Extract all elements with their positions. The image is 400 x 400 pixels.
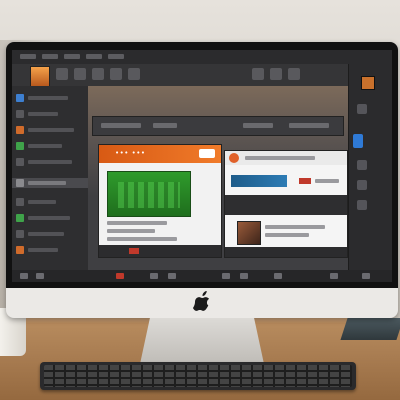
title-text [243, 123, 273, 128]
layer-icon [16, 214, 24, 222]
tool-icon[interactable] [357, 180, 367, 190]
text-line [245, 156, 315, 160]
monitor-screen: ••• ••• [12, 50, 392, 282]
photo-thumbnail-icon[interactable] [237, 221, 261, 245]
bottom-bar-icon[interactable] [330, 273, 338, 279]
title-text [153, 123, 177, 128]
book [340, 318, 400, 340]
window-titlebar [92, 116, 344, 136]
text-line [107, 229, 155, 233]
layer-icon [16, 230, 24, 238]
layer-label [28, 160, 72, 164]
bottom-bar-icon[interactable] [36, 273, 44, 279]
bottom-bar-icon[interactable] [240, 273, 248, 279]
keyboard-keys [44, 365, 352, 387]
layer-row[interactable] [16, 126, 82, 134]
layer-icon [16, 179, 24, 187]
layers-panel [12, 86, 89, 270]
bottom-bar-icon[interactable] [150, 273, 158, 279]
tool-icon[interactable] [270, 68, 282, 80]
tool-icon[interactable] [92, 68, 104, 80]
monitor-stand [140, 318, 264, 364]
text-line [265, 225, 325, 229]
layer-row[interactable] [16, 198, 82, 206]
layer-icon [16, 246, 24, 254]
app-menubar [12, 50, 392, 65]
layer-icon [16, 94, 24, 102]
layer-row[interactable] [16, 110, 82, 118]
bottom-bar-icon[interactable] [362, 273, 370, 279]
menu-item[interactable] [42, 54, 58, 59]
layer-row[interactable] [16, 179, 82, 187]
layer-label [28, 181, 66, 185]
layer-label [28, 232, 64, 236]
layer-row[interactable] [16, 94, 82, 102]
layer-icon [16, 198, 24, 206]
layer-label [28, 216, 70, 220]
alert-icon [299, 178, 311, 184]
layer-row[interactable] [16, 142, 82, 150]
bottom-bar-icon[interactable] [222, 273, 230, 279]
menu-item[interactable] [108, 54, 124, 59]
tool-icon[interactable] [288, 68, 300, 80]
tool-icon[interactable] [357, 160, 367, 170]
menu-item[interactable] [20, 54, 36, 59]
preview-card[interactable]: ••• ••• [98, 144, 222, 258]
tool-icon[interactable] [128, 68, 140, 80]
bottom-bar-icon[interactable] [168, 273, 176, 279]
menu-item[interactable] [64, 54, 80, 59]
image-preview [107, 171, 191, 217]
layer-label [28, 144, 62, 148]
app-toolbar [12, 64, 392, 86]
tool-icon[interactable] [357, 104, 367, 114]
page-header [225, 151, 347, 165]
layer-label [28, 96, 68, 100]
text-line [315, 179, 339, 183]
layer-label [28, 112, 58, 116]
card-header: ••• ••• [99, 145, 221, 163]
photo-thumbnail-icon[interactable] [30, 66, 50, 88]
layer-row[interactable] [16, 230, 82, 238]
layer-icon [16, 158, 24, 166]
layer-label [28, 200, 56, 204]
layer-label [28, 128, 74, 132]
badge-icon [199, 149, 215, 158]
bottom-bar-icon[interactable] [20, 273, 28, 279]
layer-icon [16, 110, 24, 118]
apple-logo-icon [193, 291, 210, 311]
page-footer [225, 247, 347, 257]
keyboard [40, 362, 356, 390]
bottom-bar-icon[interactable] [274, 273, 282, 279]
layer-row[interactable] [16, 246, 82, 254]
tool-icon[interactable] [252, 68, 264, 80]
text-line [107, 221, 167, 225]
color-swatch-icon[interactable] [361, 76, 375, 90]
text-line [107, 237, 177, 241]
bottom-bar [12, 270, 392, 282]
tool-icon[interactable] [56, 68, 68, 80]
card-header-text: ••• ••• [115, 149, 146, 157]
tool-icon[interactable] [110, 68, 122, 80]
content-bar [225, 195, 347, 215]
layer-label [28, 248, 58, 252]
tools-panel [348, 64, 392, 270]
layer-row[interactable] [16, 214, 82, 222]
layer-icon [16, 126, 24, 134]
card-footer [99, 245, 221, 257]
banner[interactable] [231, 175, 287, 187]
web-page-card[interactable] [224, 150, 348, 258]
tool-icon[interactable] [357, 200, 367, 210]
title-text [289, 123, 329, 128]
active-tool-icon[interactable] [353, 134, 363, 148]
menu-item[interactable] [86, 54, 102, 59]
layer-icon [16, 142, 24, 150]
layer-row[interactable] [16, 158, 82, 166]
text-line [265, 233, 309, 237]
record-icon[interactable] [129, 248, 139, 254]
site-logo-icon [229, 153, 239, 163]
tool-icon[interactable] [74, 68, 86, 80]
title-text [101, 123, 141, 128]
record-icon[interactable] [116, 273, 124, 279]
